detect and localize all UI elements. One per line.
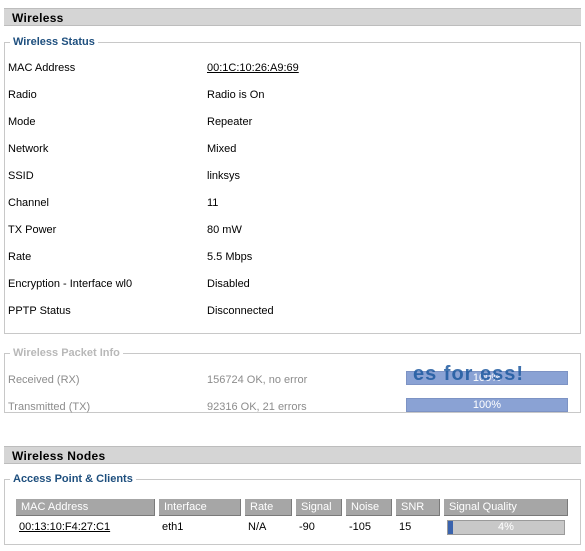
signal-quality-bar: 4% bbox=[447, 519, 565, 535]
wireless-section-header: Wireless bbox=[4, 8, 581, 26]
received-value: 156724 OK, no error bbox=[207, 374, 308, 386]
packet-info-legend: Wireless Packet Info bbox=[13, 347, 120, 359]
status-value-tx-power: 80 mW bbox=[207, 224, 242, 236]
column-header-rate[interactable]: Rate bbox=[245, 499, 292, 516]
transmitted-progress-bar: 100% bbox=[406, 398, 568, 412]
node-snr: 15 bbox=[399, 521, 412, 533]
nodes-table-header-row: MAC Address Interface Rate Signal Noise … bbox=[16, 499, 568, 516]
node-rate: N/A bbox=[248, 521, 267, 533]
status-value-ssid: linksys bbox=[207, 170, 241, 182]
node-mac-link[interactable]: 00:13:10:F4:27:C1 bbox=[19, 521, 110, 533]
status-label-rate: Rate bbox=[8, 251, 32, 263]
column-header-signal-quality[interactable]: Signal Quality bbox=[444, 499, 568, 516]
status-value-radio: Radio is On bbox=[207, 89, 265, 101]
node-interface: eth1 bbox=[162, 521, 184, 533]
status-value-encryption-interface-wl0: Disabled bbox=[207, 278, 250, 290]
mac-address-link[interactable]: 00:1C:10:26:A9:69 bbox=[207, 61, 299, 75]
status-label-mac-address: MAC Address bbox=[8, 62, 76, 74]
wireless-nodes-section-header: Wireless Nodes bbox=[4, 446, 581, 464]
status-value-mode: Repeater bbox=[207, 116, 253, 128]
status-label-radio: Radio bbox=[8, 89, 37, 101]
column-header-noise[interactable]: Noise bbox=[346, 499, 392, 516]
transmitted-label: Transmitted (TX) bbox=[8, 401, 91, 413]
overlay-watermark-text: es for ess! bbox=[413, 363, 525, 385]
status-label-ssid: SSID bbox=[8, 170, 34, 182]
status-label-channel: Channel bbox=[8, 197, 49, 209]
column-header-signal[interactable]: Signal bbox=[296, 499, 342, 516]
table-row: 00:13:10:F4:27:C1 eth1 N/A -90 -105 15 4… bbox=[16, 518, 568, 536]
wireless-status-legend: Wireless Status bbox=[13, 36, 95, 48]
node-signal: -90 bbox=[299, 521, 315, 533]
status-value-network: Mixed bbox=[207, 143, 237, 155]
node-noise: -105 bbox=[349, 521, 372, 533]
signal-quality-text: 4% bbox=[498, 520, 514, 533]
status-label-tx-power: TX Power bbox=[8, 224, 57, 236]
column-header-snr[interactable]: SNR bbox=[396, 499, 440, 516]
status-label-network: Network bbox=[8, 143, 49, 155]
status-value-channel: 11 bbox=[207, 197, 219, 209]
transmitted-progress-text: 100% bbox=[472, 399, 502, 411]
nodes-table: MAC Address Interface Rate Signal Noise … bbox=[12, 497, 572, 538]
received-label: Received (RX) bbox=[8, 374, 80, 386]
status-value-pptp-status: Disconnected bbox=[207, 305, 274, 317]
column-header-interface[interactable]: Interface bbox=[159, 499, 241, 516]
column-header-mac[interactable]: MAC Address bbox=[16, 499, 155, 516]
access-point-clients-legend: Access Point & Clients bbox=[13, 473, 133, 485]
transmitted-value: 92316 OK, 21 errors bbox=[207, 401, 307, 413]
status-label-mode: Mode bbox=[8, 116, 36, 128]
status-label-encryption-interface-wl0: Encryption - Interface wl0 bbox=[8, 278, 133, 290]
status-value-rate: 5.5 Mbps bbox=[207, 251, 253, 263]
status-label-pptp-status: PPTP Status bbox=[8, 305, 71, 317]
signal-quality-fill bbox=[448, 520, 453, 534]
